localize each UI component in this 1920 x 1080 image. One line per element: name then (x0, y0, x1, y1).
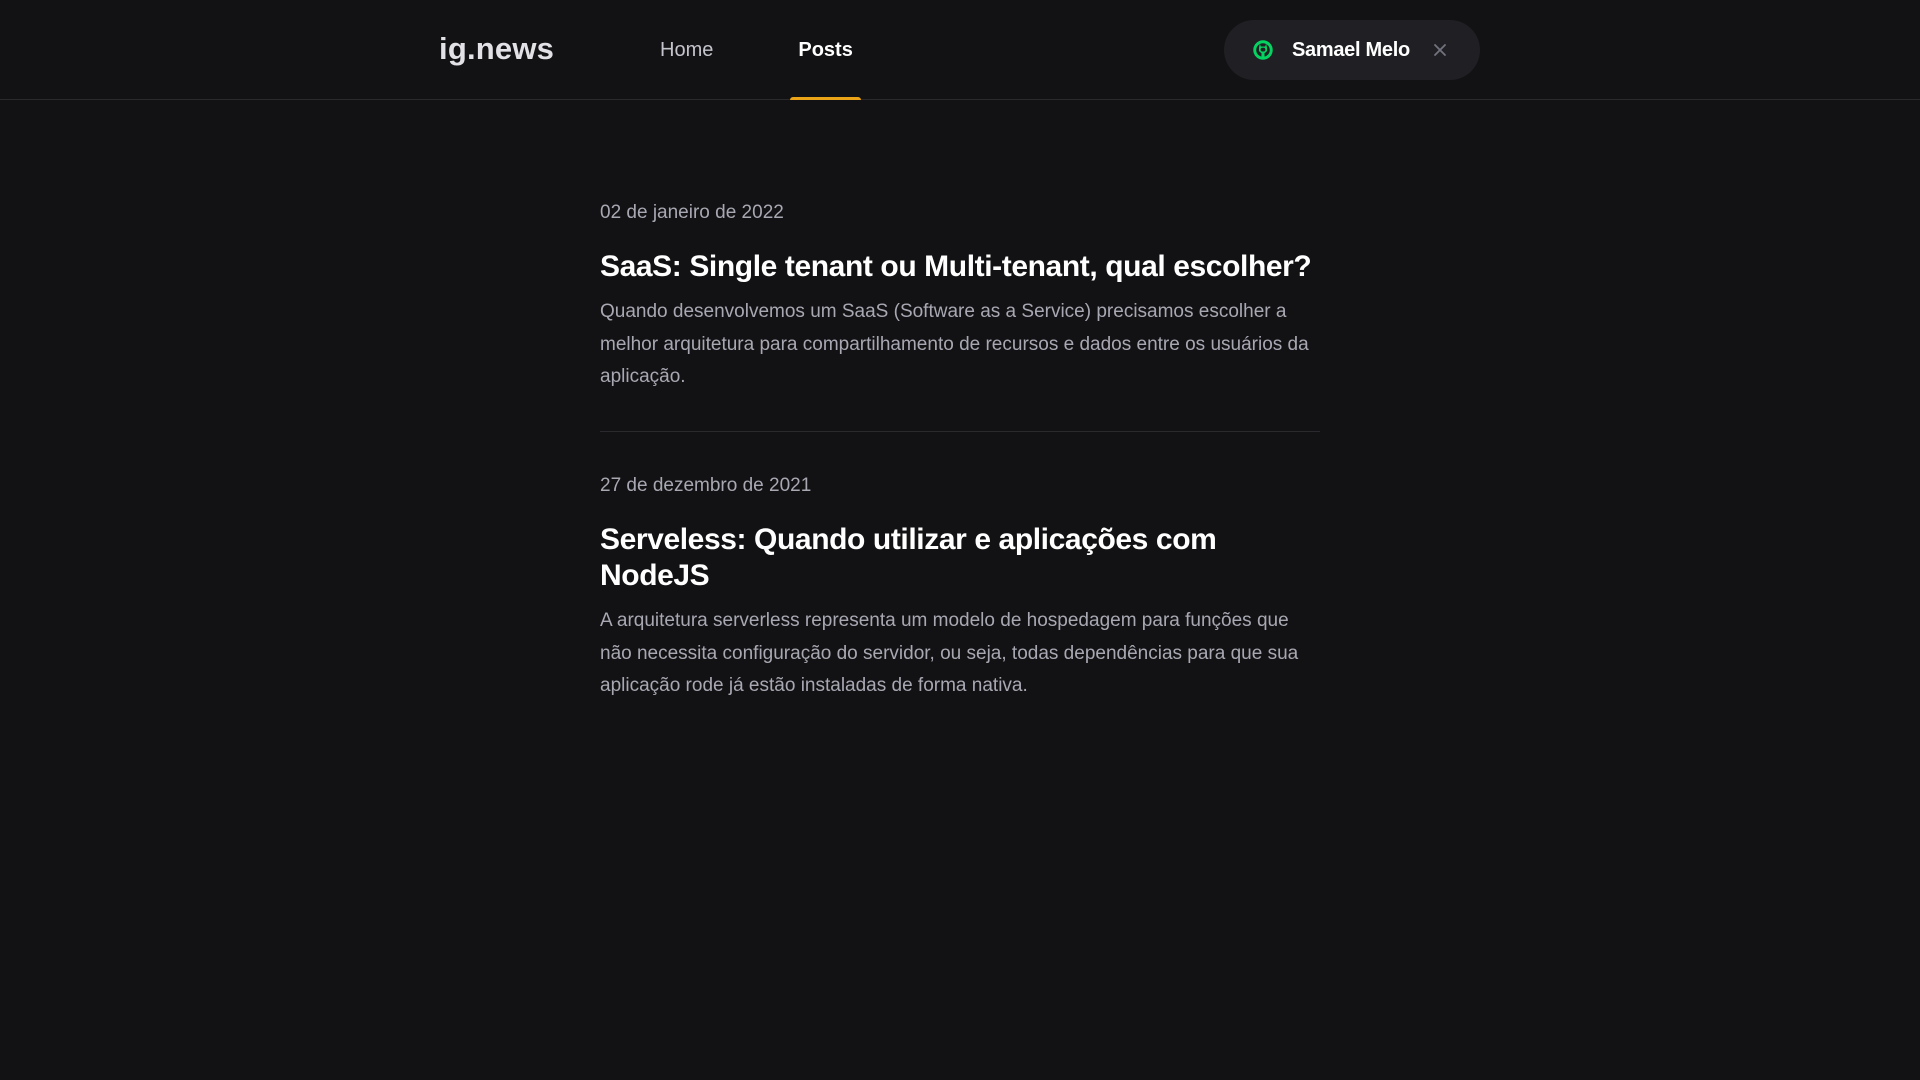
post-divider (600, 431, 1320, 432)
github-icon (1252, 39, 1274, 61)
post-title: SaaS: Single tenant ou Multi-tenant, qua… (600, 250, 1312, 283)
main-nav: Home Posts (648, 0, 862, 100)
site-header: ig.news Home Posts Samael Melo (0, 0, 1920, 100)
close-icon[interactable] (1432, 42, 1448, 58)
logo[interactable]: ig.news (439, 31, 554, 67)
post-link[interactable]: 02 de janeiro de 2022 SaaS: Single tenan… (600, 203, 1320, 394)
post-date: 02 de janeiro de 2022 (600, 202, 784, 223)
sign-in-user-button[interactable]: Samael Melo (1224, 20, 1480, 80)
post-date: 27 de dezembro de 2021 (600, 475, 812, 496)
post-excerpt: Quando desenvolvemos um SaaS (Software a… (600, 301, 1309, 387)
post-title: Serveless: Quando utilizar e aplicações … (600, 523, 1217, 592)
user-name: Samael Melo (1292, 38, 1410, 61)
post-link[interactable]: 27 de dezembro de 2021 Serveless: Quando… (600, 476, 1320, 703)
nav-link-home[interactable]: Home (648, 0, 725, 100)
nav-link-posts[interactable]: Posts (790, 0, 862, 100)
post-excerpt: A arquitetura serverless representa um m… (600, 610, 1299, 696)
